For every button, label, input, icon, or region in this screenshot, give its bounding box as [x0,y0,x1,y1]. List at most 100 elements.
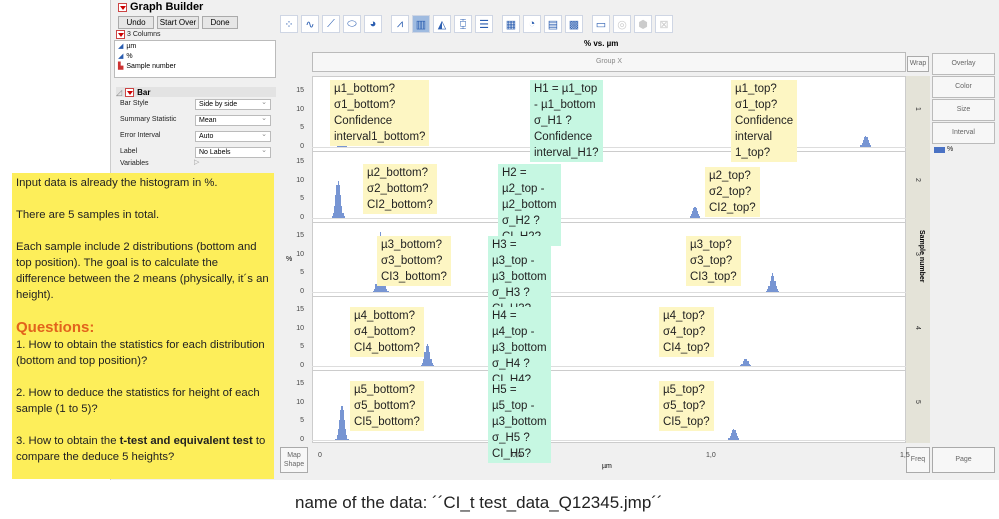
line-of-fit-icon[interactable]: ⟋ [322,15,340,33]
annotation-line: σ_H2 ? [502,215,540,227]
element-toolbar: ⁘ ∿ ⟋ ⬭ ◕ ⩘ ▥ ◭ ⧮ ☰ ▦ ◔ ▤ ▩ ▭ ◎ ⬢ ⊠ [280,15,673,33]
bar-icon[interactable]: ▥ [412,15,430,33]
color-zone[interactable]: Color [932,76,995,98]
treemap-icon[interactable]: ▤ [544,15,562,33]
annotation-line: σ4_top? [663,326,706,338]
column-um[interactable]: ◢ µm [115,41,275,51]
ellipse-icon[interactable]: ⬭ [343,15,361,33]
annotation-line: CI5_bottom? [354,416,420,428]
note-text: Input data is already the histogram in %… [16,177,218,189]
x-tick-label: 1,5 [900,452,910,459]
points-icon[interactable]: ⁘ [280,15,298,33]
y-tick-label: 0 [300,436,304,443]
columns-list[interactable]: ◢ µm ◢% ▙ Sample number [114,40,276,78]
annotation-height: H5 = µ5_top - µ3_bottom σ_H5 ? CI_H5? [488,381,551,463]
annotation-line: σ4_bottom? [354,326,416,338]
page-zone[interactable]: Page [932,447,995,473]
annotation-line: CI2_bottom? [367,199,433,211]
undo-button[interactable]: Undo [118,16,154,29]
line-icon[interactable]: ⩘ [391,15,409,33]
zero-line [312,218,906,219]
question-2: 2. How to deduce the statistics for heig… [16,387,260,415]
column-percent[interactable]: ◢% [115,51,275,61]
group-y-label: Sample number [918,230,925,283]
annotation-line: H4 = µ4_top - µ3_bottom [492,310,547,354]
start-over-button[interactable]: Start Over [157,16,199,29]
annotation-line: µ3_bottom? [381,239,442,251]
annotation-line: H5 = µ5_top - µ3_bottom [492,384,547,428]
window-title: Graph Builder [118,1,203,13]
area-icon[interactable]: ◭ [433,15,451,33]
x-tick-label: 0 [318,452,322,459]
label-label: Label [120,148,138,155]
red-triangle-menu-icon[interactable] [125,87,135,97]
histogram-bar [387,291,389,292]
annotation-line: σ3_bottom? [381,255,443,267]
legend-swatch [934,146,945,153]
mosaic-icon[interactable]: ▩ [565,15,583,33]
annotation-line: H1 = µ1_top - µ1_bottom [534,83,598,111]
x-axis-label: µm [602,463,612,470]
questions-heading: Questions: [16,319,95,336]
annotation-line: σ_H4 ? [492,358,530,370]
annotation-line: H2 = µ2_top - µ2_bottom [502,167,557,211]
panel-separator [312,296,906,297]
columns-header[interactable]: 3 Columns [116,30,160,39]
parallel-icon: ⊠ [655,15,673,33]
variables-label: Variables [120,160,149,167]
graph-title: % vs. µm [584,39,619,48]
zero-line [312,147,906,148]
annotation-height: H1 = µ1_top - µ1_bottom σ_H1 ? Confidence … [530,80,603,162]
summary-statistic-select[interactable]: Mean [195,114,271,126]
annotation-line: σ5_bottom? [354,400,416,412]
red-triangle-menu-icon[interactable] [116,30,125,39]
error-interval-select[interactable]: Auto [195,130,271,142]
zero-line [312,366,906,367]
smoother-icon[interactable]: ∿ [301,15,319,33]
annotation-bottom: µ3_bottom? σ3_bottom? CI3_bottom? [377,236,451,286]
annotation-top: µ1_top? σ1_top? Confidence interval 1_top? [731,80,798,162]
annotation-line: µ2_bottom? [367,167,428,179]
y-tick-label: 10 [296,176,304,184]
annotation-height: H4 = µ4_top - µ3_bottom σ_H4 ? CI_H4? [488,307,551,389]
group-x-zone[interactable]: Group X [312,52,906,72]
collapse-icon[interactable]: ◿ [116,88,122,97]
histogram-bar [343,216,345,218]
annotation-top: µ4_top? σ4_top? CI4_top? [659,307,714,357]
group-y-value: 4 [914,326,921,330]
legend: % [934,146,953,153]
y-tick-label: 10 [296,105,304,113]
annotation-line: µ2_top? [709,170,751,182]
size-zone[interactable]: Size [932,99,995,121]
expand-variables-icon[interactable]: ▷ [194,158,199,166]
histogram-bar [749,364,751,366]
bar-style-label: Bar Style [120,100,149,107]
annotation-line: H3 = µ3_top - µ3_bottom [492,239,547,283]
box-plot-icon[interactable]: ⧮ [454,15,472,33]
map-shape-zone[interactable]: Map Shape [280,447,308,473]
histogram-icon[interactable]: ☰ [475,15,493,33]
wrap-zone[interactable]: Wrap [907,56,929,72]
histogram-bar [699,216,701,218]
annotation-line: µ5_bottom? [354,384,415,396]
y-tick-label: 0 [300,214,304,221]
annotation-line: CI4_top? [663,342,710,354]
freq-zone[interactable]: Freq [906,447,930,473]
label-select[interactable]: No Labels [195,146,271,158]
contour-icon[interactable]: ◕ [364,15,382,33]
x-tick-label: 0,5 [512,452,522,459]
column-sample-number[interactable]: ▙ Sample number [115,61,275,71]
group-y-value: 3 [914,252,921,256]
red-triangle-menu-icon[interactable] [118,2,127,12]
formula-icon: ◎ [613,15,631,33]
bar-style-select[interactable]: Side by side [195,98,271,110]
error-interval-label: Error Interval [120,132,161,139]
pie-icon[interactable]: ◔ [523,15,541,33]
overlay-zone[interactable]: Overlay [932,53,995,75]
heatmap-icon[interactable]: ▦ [502,15,520,33]
done-button[interactable]: Done [202,16,238,29]
annotation-line: σ2_top? [709,186,752,198]
caption-box-icon[interactable]: ▭ [592,15,610,33]
interval-zone[interactable]: Interval [932,122,995,144]
bar-panel-header[interactable]: ◿ Bar [116,87,276,97]
